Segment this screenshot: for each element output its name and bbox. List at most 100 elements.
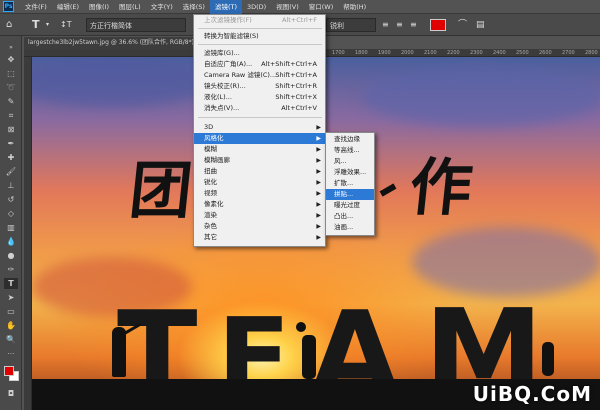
- frame-tool-icon[interactable]: ⊠: [4, 124, 18, 135]
- calligraphy-char: 团: [126, 154, 196, 227]
- history-brush-tool-icon[interactable]: ↺: [4, 194, 18, 205]
- menu-file[interactable]: 文件(F): [20, 0, 52, 14]
- quick-select-tool-icon[interactable]: ✎: [4, 96, 18, 107]
- menu-item-liquify[interactable]: 液化(L)... Shift+Ctrl+X: [194, 92, 325, 103]
- font-family-select[interactable]: 方正行楷简体: [86, 18, 186, 32]
- align-right-icon[interactable]: ≡: [410, 18, 417, 32]
- healing-tool-icon[interactable]: ✚: [4, 152, 18, 163]
- eraser-tool-icon[interactable]: ◇: [4, 208, 18, 219]
- submenu-item-extrude[interactable]: 凸出...: [326, 211, 374, 222]
- menu-item-video[interactable]: 视频 ▶: [194, 188, 325, 199]
- calligraphy-stroke: [379, 183, 397, 197]
- menu-item-adaptive-wide-angle[interactable]: 自适应广角(A)... Alt+Shift+Ctrl+A: [194, 59, 325, 70]
- ruler-tick: 2300: [470, 50, 483, 56]
- person-silhouette: [302, 335, 316, 379]
- submenu-item-contour[interactable]: 等高线...: [326, 145, 374, 156]
- document-tab[interactable]: largestche3lb2jw5tawn.jpg @ 36.6% (团队合作,…: [24, 37, 204, 49]
- quick-mask-icon[interactable]: ◘: [4, 388, 18, 399]
- menu-select[interactable]: 选择(S): [178, 0, 210, 14]
- submenu-arrow-icon: ▶: [316, 223, 321, 230]
- stamp-tool-icon[interactable]: ⊥: [4, 180, 18, 191]
- ruler-tick: 2800: [585, 50, 598, 56]
- submenu-item-solarize[interactable]: 曝光过度: [326, 200, 374, 211]
- antialias-select[interactable]: 锐利: [326, 18, 376, 32]
- menu-item-noise[interactable]: 杂色 ▶: [194, 221, 325, 232]
- submenu-item-find-edges[interactable]: 查找边缘: [326, 134, 374, 145]
- zoom-tool-icon[interactable]: 🔍: [4, 334, 18, 345]
- ruler-tick: 2000: [401, 50, 414, 56]
- align-center-icon[interactable]: ≡: [396, 18, 403, 32]
- menu-separator: [198, 117, 322, 118]
- dodge-tool-icon[interactable]: ●: [4, 250, 18, 261]
- menu-separator: [198, 28, 322, 29]
- eyedropper-tool-icon[interactable]: ✒: [4, 138, 18, 149]
- move-tool-icon[interactable]: ✥: [4, 54, 18, 65]
- sky-cloud: [362, 67, 600, 127]
- watermark: UiBQ.CoM: [472, 382, 592, 406]
- menu-image[interactable]: 图像(I): [84, 0, 114, 14]
- submenu-arrow-icon: ▶: [316, 124, 321, 131]
- menu-layer[interactable]: 图层(L): [114, 0, 146, 14]
- align-left-icon[interactable]: ≡: [382, 18, 389, 32]
- submenu-item-wind[interactable]: 风...: [326, 156, 374, 167]
- more-tools-icon[interactable]: ···: [4, 348, 18, 359]
- menu-item-filter-gallery[interactable]: 滤镜库(G)...: [194, 48, 325, 59]
- menu-type[interactable]: 文字(Y): [146, 0, 178, 14]
- gradient-tool-icon[interactable]: ▥: [4, 222, 18, 233]
- submenu-item-oil-paint[interactable]: 油画...: [326, 222, 374, 233]
- blur-tool-icon[interactable]: 💧: [4, 236, 18, 247]
- menu-item-blur[interactable]: 模糊 ▶: [194, 144, 325, 155]
- submenu-arrow-icon: ▶: [316, 190, 321, 197]
- menu-item-pixelate[interactable]: 像素化 ▶: [194, 199, 325, 210]
- menu-item-last-filter[interactable]: 上次滤镜操作(F) Alt+Ctrl+F: [194, 15, 325, 26]
- menu-bar: Ps 文件(F) 编辑(E) 图像(I) 图层(L) 文字(Y) 选择(S) 滤…: [0, 0, 600, 14]
- sky-cloud: [32, 57, 212, 107]
- menu-edit[interactable]: 编辑(E): [52, 0, 84, 14]
- menu-item-camera-raw[interactable]: Camera Raw 滤镜(C)... Shift+Ctrl+A: [194, 70, 325, 81]
- text-color-swatch[interactable]: [430, 19, 446, 31]
- hand-tool-icon[interactable]: ✋: [4, 320, 18, 331]
- submenu-arrow-icon: ▶: [316, 146, 321, 153]
- menu-item-lens-correction[interactable]: 镜头校正(R)... Shift+Ctrl+R: [194, 81, 325, 92]
- crop-tool-icon[interactable]: ⌗: [4, 110, 18, 121]
- menu-item-sharpen[interactable]: 锐化 ▶: [194, 177, 325, 188]
- character-panel-icon[interactable]: ▤: [476, 18, 485, 32]
- menu-view[interactable]: 视图(V): [271, 0, 304, 14]
- submenu-item-tiles[interactable]: 拼贴...: [326, 189, 374, 200]
- menu-item-other[interactable]: 其它 ▶: [194, 232, 325, 243]
- menu-item-blur-gallery[interactable]: 模糊画廊 ▶: [194, 155, 325, 166]
- menu-item-3d[interactable]: 3D ▶: [194, 122, 325, 133]
- person-silhouette: [296, 322, 306, 332]
- brush-tool-icon[interactable]: 🖌: [4, 166, 18, 177]
- calligraphy-char: 作: [406, 151, 476, 224]
- ruler-tick: 1800: [355, 50, 368, 56]
- lasso-tool-icon[interactable]: ➰: [4, 82, 18, 93]
- type-tool-button-icon[interactable]: T: [4, 278, 18, 289]
- submenu-item-emboss[interactable]: 浮雕效果...: [326, 167, 374, 178]
- orientation-icon[interactable]: ↕T: [60, 18, 72, 32]
- warp-text-icon[interactable]: ⌒: [458, 18, 467, 32]
- tools-panel: » ✥ ⬚ ➰ ✎ ⌗ ⊠ ✒ ✚ 🖌 ⊥ ↺ ◇ ▥ 💧 ● ✑ T ➤ ▭ …: [0, 36, 22, 410]
- menu-window[interactable]: 窗口(W): [304, 0, 339, 14]
- menu-item-convert-smart-filter[interactable]: 转换为智能滤镜(S): [194, 31, 325, 42]
- ruler-tick: 2400: [493, 50, 506, 56]
- type-tool-icon[interactable]: T: [32, 18, 40, 32]
- menu-filter[interactable]: 滤镜(T): [209, 0, 242, 14]
- menu-3d[interactable]: 3D(D): [242, 0, 271, 14]
- menu-item-distort[interactable]: 扭曲 ▶: [194, 166, 325, 177]
- marquee-tool-icon[interactable]: ⬚: [4, 68, 18, 79]
- path-select-tool-icon[interactable]: ➤: [4, 292, 18, 303]
- menu-item-stylize[interactable]: 风格化 ▶: [194, 133, 325, 144]
- pen-tool-icon[interactable]: ✑: [4, 264, 18, 275]
- foreground-color-swatch[interactable]: [4, 366, 14, 376]
- chevron-down-icon[interactable]: ▾: [46, 18, 49, 32]
- submenu-item-diffuse[interactable]: 扩散...: [326, 178, 374, 189]
- menu-help[interactable]: 帮助(H): [338, 0, 371, 14]
- ruler-tick: 2100: [424, 50, 437, 56]
- menu-item-vanishing-point[interactable]: 消失点(V)... Alt+Ctrl+V: [194, 103, 325, 114]
- menu-item-render[interactable]: 渲染 ▶: [194, 210, 325, 221]
- submenu-arrow-icon: ▶: [316, 135, 321, 142]
- panel-collapse-icon[interactable]: »: [4, 42, 18, 53]
- rectangle-tool-icon[interactable]: ▭: [4, 306, 18, 317]
- home-icon[interactable]: ⌂: [6, 18, 12, 32]
